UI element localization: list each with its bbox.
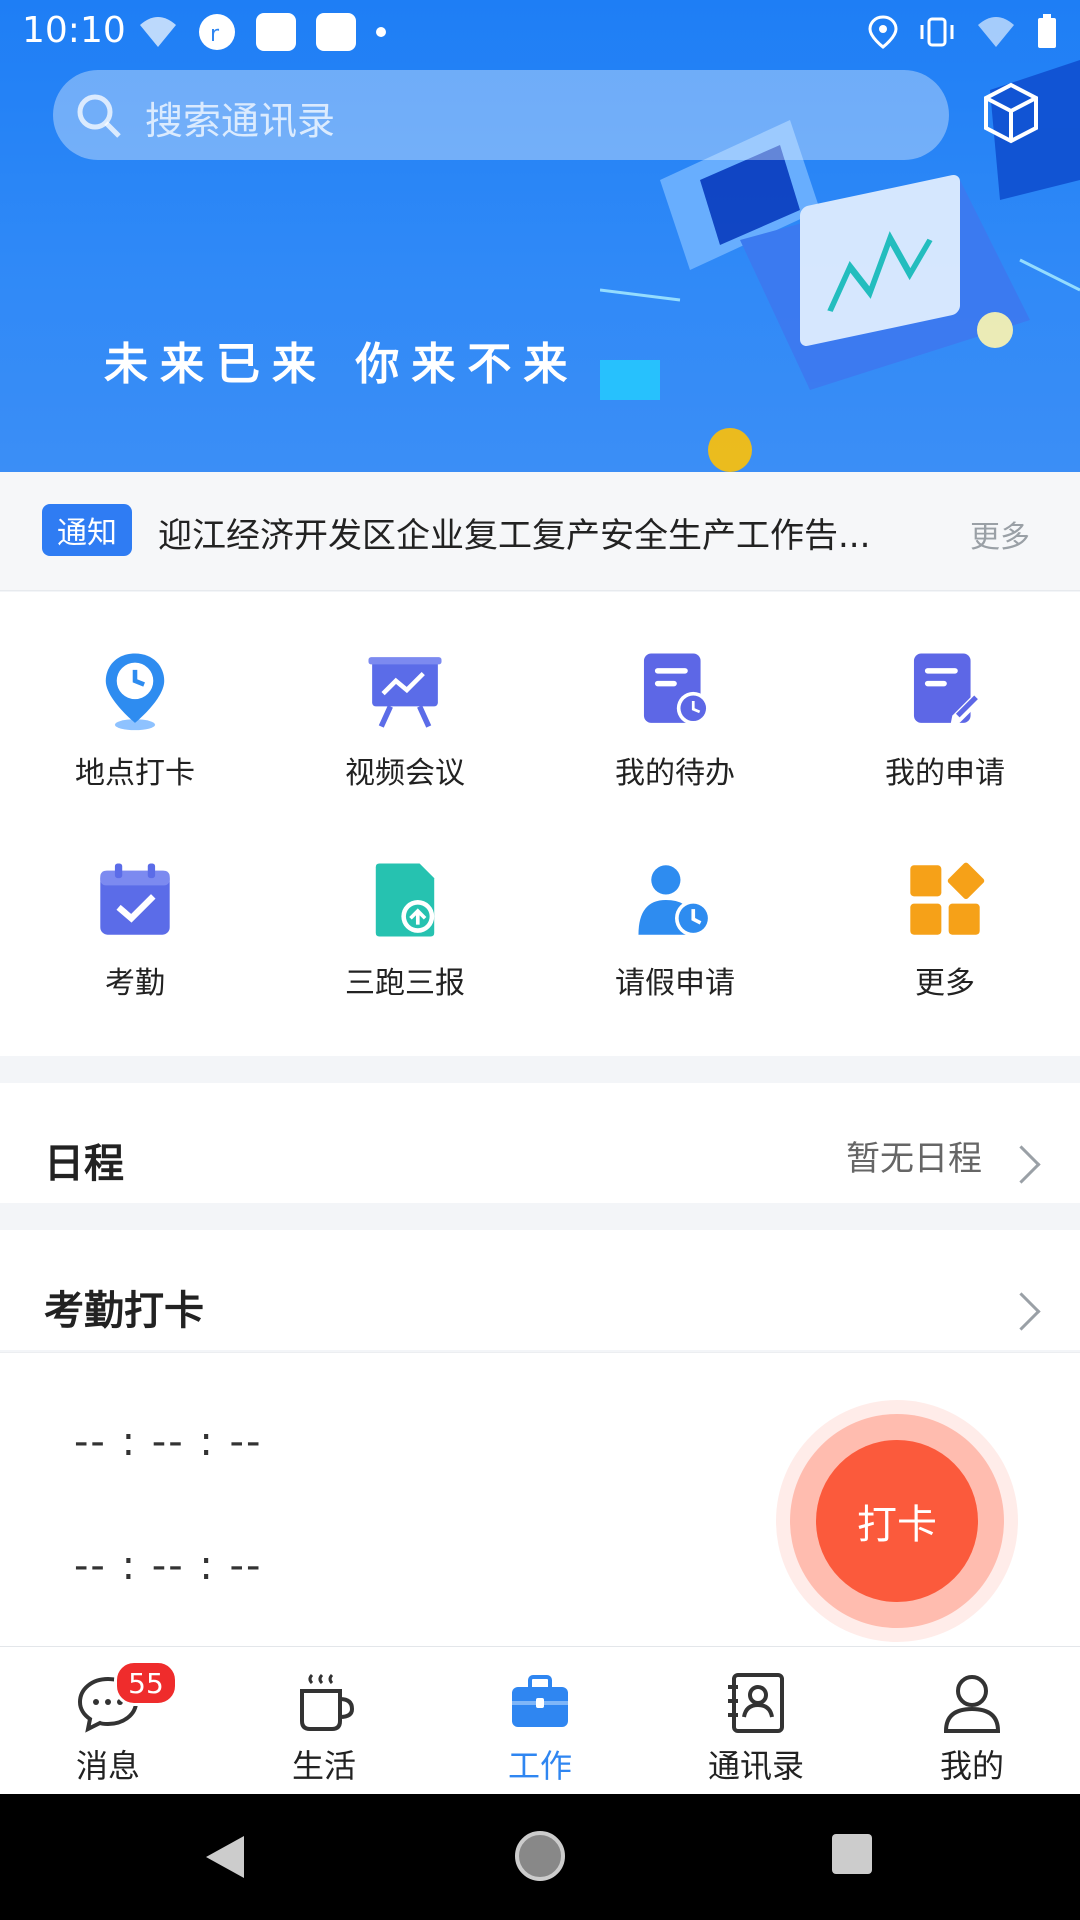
vibrate-icon [920, 17, 954, 47]
presentation-icon [368, 657, 442, 728]
back-icon[interactable] [200, 1832, 250, 1882]
chevron-right-icon [1002, 1145, 1041, 1184]
tab-me[interactable]: 我的 [864, 1647, 1080, 1795]
tab-label: 消息 [75, 1747, 140, 1785]
app-label: 请假申请 [615, 966, 735, 1001]
messages-unread-badge: 55 [114, 1660, 178, 1706]
app-my-application[interactable]: 我的申请 [810, 592, 1080, 792]
schedule-section[interactable]: 日程 暂无日程 [0, 1083, 1080, 1203]
battery-icon [1038, 14, 1056, 48]
wifi-off-icon [978, 17, 1014, 47]
banner-slogan: 未来已来 你来不来 [104, 339, 580, 390]
punch-button[interactable]: 打卡 [816, 1440, 978, 1602]
todo-clock-icon [643, 653, 710, 725]
home-icon[interactable] [513, 1829, 567, 1883]
status-bar: 10:10 r [0, 0, 1080, 64]
search-bar[interactable]: 搜索通讯录 [53, 70, 949, 160]
app-label: 考勤 [105, 966, 165, 1001]
tab-work[interactable]: 工作 [432, 1647, 648, 1795]
svg-text:r: r [210, 22, 220, 47]
tab-contacts[interactable]: 通讯录 [648, 1647, 864, 1795]
app-attendance[interactable]: 考勤 [0, 802, 270, 1002]
app-more[interactable]: 更多 [810, 802, 1080, 1002]
app-notification-icon: r [199, 14, 235, 50]
notice-text[interactable]: 迎江经济开发区企业复工复产安全生产工作告... [158, 508, 918, 557]
app-label: 视频会议 [345, 756, 465, 791]
checkin-time: -- : -- : -- [74, 1419, 263, 1465]
calendar-check-icon [100, 863, 170, 935]
notification-square-icon [316, 13, 356, 51]
user-clock-icon [638, 865, 712, 937]
location-clock-icon [105, 653, 165, 731]
app-label: 三跑三报 [345, 966, 465, 1001]
more-notifications-dot-icon [376, 27, 386, 37]
recents-icon[interactable] [830, 1832, 874, 1876]
system-nav-bar [0, 1794, 1080, 1920]
app-label: 我的待办 [615, 756, 735, 791]
tab-label: 生活 [291, 1747, 356, 1785]
location-icon [868, 15, 898, 49]
schedule-title: 日程 [44, 1141, 124, 1187]
search-icon [77, 94, 121, 138]
attendance-title: 考勤打卡 [44, 1288, 204, 1334]
app-three-run-three-report[interactable]: 三跑三报 [270, 802, 540, 1002]
checkout-time: -- : -- : -- [74, 1543, 263, 1589]
app-video-meeting[interactable]: 视频会议 [270, 592, 540, 792]
notice-bar[interactable]: 通知 迎江经济开发区企业复工复产安全生产工作告... 更多 [0, 472, 1080, 591]
tab-label: 我的 [939, 1747, 1004, 1785]
tab-messages[interactable]: 消息 [0, 1647, 216, 1795]
briefcase-icon [512, 1675, 568, 1727]
app-label: 我的申请 [885, 756, 1005, 791]
app-location-checkin[interactable]: 地点打卡 [0, 592, 270, 792]
cube-icon[interactable] [982, 82, 1040, 144]
schedule-status: 暂无日程 [846, 1139, 982, 1179]
status-right-icons [868, 12, 1058, 52]
contacts-book-icon [728, 1673, 784, 1733]
tab-life[interactable]: 生活 [216, 1647, 432, 1795]
chevron-right-icon [1002, 1292, 1041, 1331]
app-label: 更多 [915, 966, 975, 1001]
search-placeholder: 搜索通讯录 [145, 99, 336, 143]
status-left-icons: r [138, 12, 386, 52]
app-grid: 地点打卡 视频会议 我的待办 我的申请 考勤 三跑三报 请假申请 更多 [0, 592, 1080, 1056]
app-my-todo[interactable]: 我的待办 [540, 592, 810, 792]
notice-badge: 通知 [42, 504, 132, 556]
edit-document-icon [913, 653, 982, 725]
app-label: 地点打卡 [75, 756, 195, 791]
wifi-question-icon [140, 17, 176, 47]
more-grid-icon [910, 862, 985, 935]
status-time: 10:10 [22, 10, 126, 51]
coffee-cup-icon [300, 1673, 355, 1731]
attendance-section-header[interactable]: 考勤打卡 [0, 1230, 1080, 1350]
tab-label: 通讯录 [707, 1747, 804, 1785]
upload-document-icon [375, 863, 435, 937]
app-leave-request[interactable]: 请假申请 [540, 802, 810, 1002]
user-icon [943, 1675, 1001, 1733]
notice-more-link[interactable]: 更多 [970, 512, 1030, 556]
tab-label: 工作 [507, 1747, 572, 1785]
notification-square-icon [256, 13, 296, 51]
